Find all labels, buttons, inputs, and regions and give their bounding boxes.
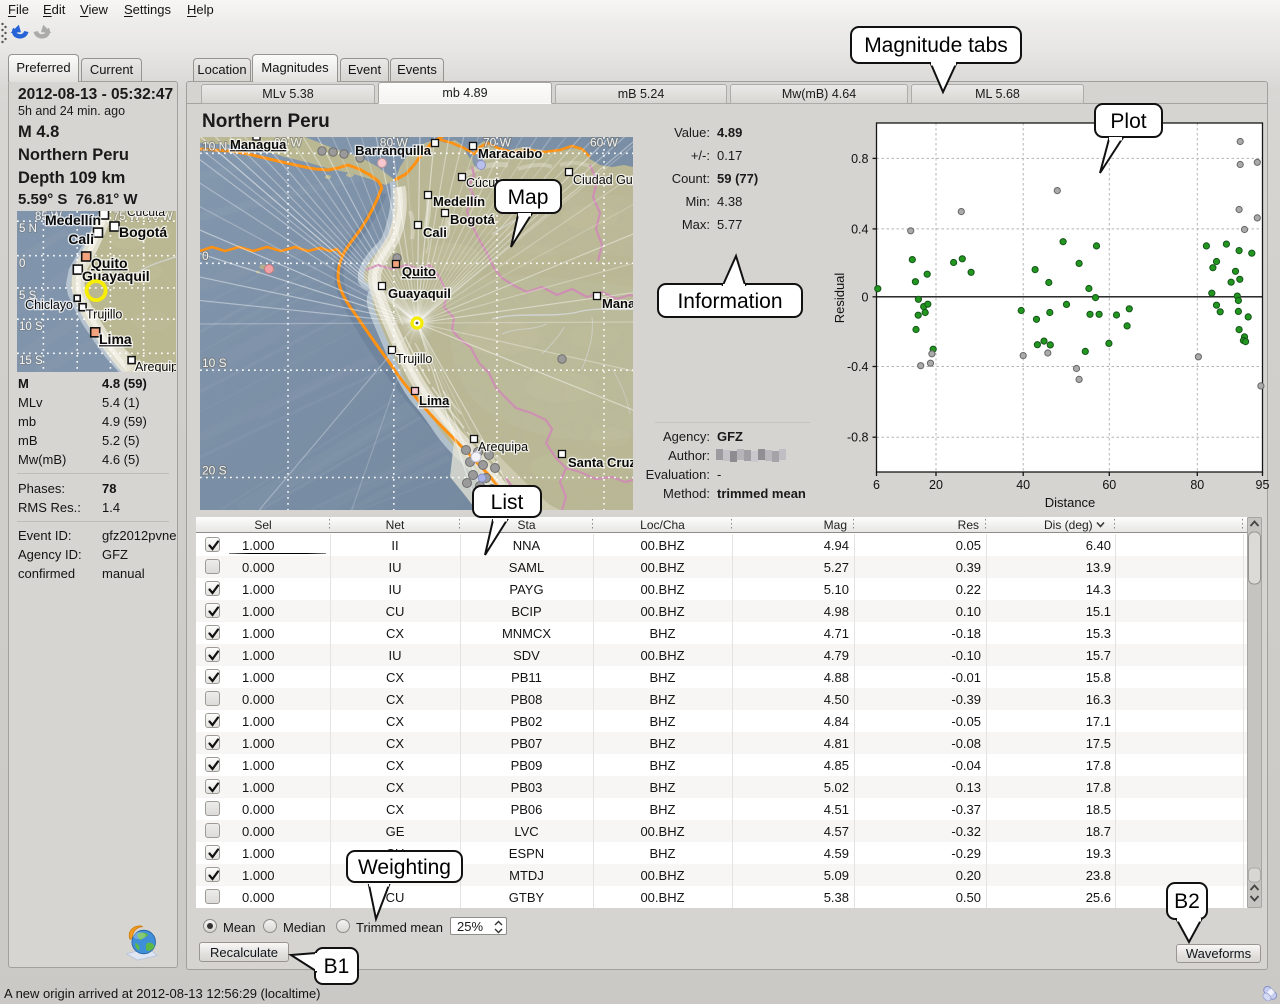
- svg-text:Trujillo: Trujillo: [396, 352, 432, 366]
- svg-text:10 S: 10 S: [19, 321, 43, 333]
- svg-text:Lima: Lima: [99, 331, 132, 347]
- svg-text:Cali: Cali: [68, 231, 94, 247]
- svg-text:Bogotá: Bogotá: [450, 212, 496, 227]
- svg-text:Mana: Mana: [602, 296, 633, 311]
- svg-text:0: 0: [862, 290, 869, 304]
- svg-text:0: 0: [202, 249, 209, 263]
- svg-text:Quito: Quito: [402, 264, 436, 279]
- svg-text:Cucuta: Cucuta: [127, 211, 165, 219]
- svg-text:0: 0: [19, 258, 25, 270]
- svg-text:Arequip.: Arequip.: [135, 360, 176, 372]
- svg-text:Residual: Residual: [832, 273, 847, 324]
- svg-text:5 N: 5 N: [19, 223, 37, 235]
- svg-text:Managua: Managua: [230, 137, 287, 152]
- svg-text:10 N: 10 N: [202, 140, 227, 154]
- svg-text:0.8: 0.8: [851, 152, 868, 166]
- svg-text:Bogotá: Bogotá: [119, 224, 167, 240]
- svg-text:0.4: 0.4: [851, 222, 868, 236]
- svg-text:40: 40: [1016, 478, 1030, 492]
- svg-text:-0.8: -0.8: [847, 431, 869, 445]
- svg-text:Barranquilla: Barranquilla: [355, 143, 432, 158]
- svg-text:80: 80: [1190, 478, 1204, 492]
- svg-text:-0.4: -0.4: [847, 360, 869, 374]
- svg-text:Lima: Lima: [419, 393, 450, 408]
- svg-text:20 S: 20 S: [202, 464, 227, 478]
- svg-text:Maracaibo: Maracaibo: [478, 146, 542, 161]
- svg-text:Medellín: Medellín: [433, 194, 485, 209]
- svg-text:Cali: Cali: [423, 225, 447, 240]
- svg-text:10 S: 10 S: [202, 356, 227, 370]
- svg-text:95: 95: [1256, 478, 1270, 492]
- svg-text:Medellín: Medellín: [45, 212, 101, 228]
- svg-text:60: 60: [1102, 478, 1116, 492]
- svg-text:Distance: Distance: [1045, 495, 1096, 510]
- svg-text:Arequipa: Arequipa: [478, 440, 528, 454]
- svg-text:15 S: 15 S: [19, 355, 43, 367]
- svg-text:Chiclayo: Chiclayo: [25, 298, 73, 312]
- svg-text:20: 20: [929, 478, 943, 492]
- svg-text:6: 6: [873, 478, 880, 492]
- svg-text:Trujillo: Trujillo: [86, 308, 122, 322]
- svg-text:Guayaquil: Guayaquil: [388, 286, 451, 301]
